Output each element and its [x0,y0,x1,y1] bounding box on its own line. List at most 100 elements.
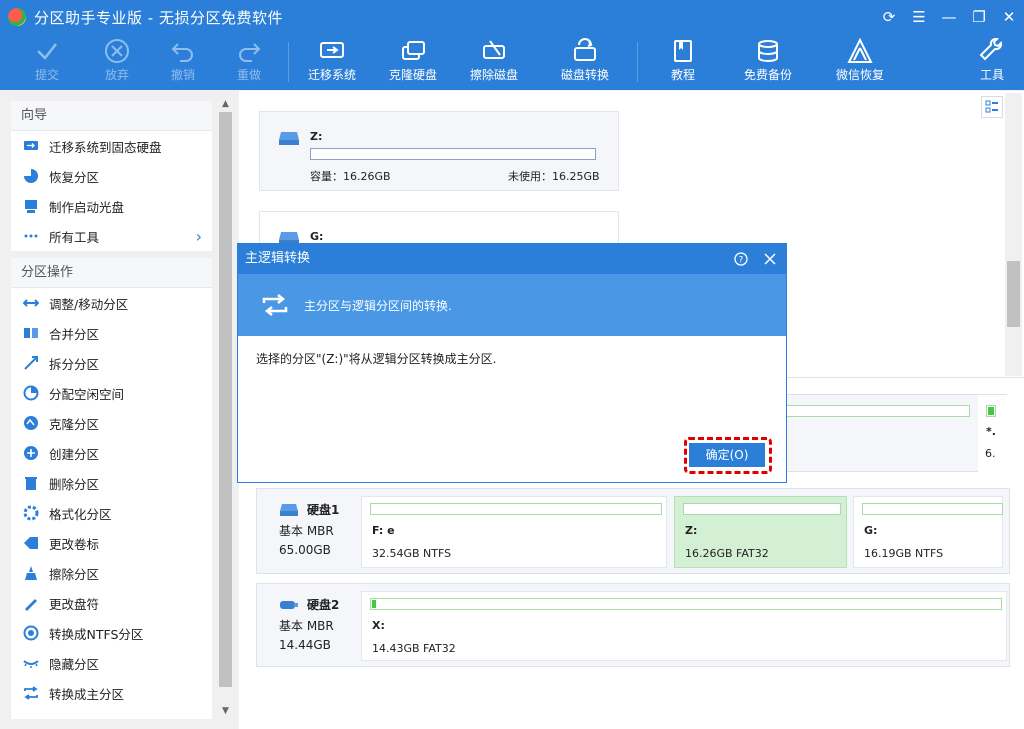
partition-card-z[interactable]: Z: 容量：16.26GB 未使用：16.25GB [259,111,619,191]
content-scrollbar[interactable] [1005,93,1022,376]
window-controls: ⟳ ☰ — ❐ ✕ [874,6,1024,28]
partition-usage-bar [786,405,970,417]
bootdisk-icon [23,198,39,214]
wizard-item-label: 制作启动光盘 [49,199,125,215]
partition-op-item[interactable]: 删除分区 [11,468,212,498]
partition-block-g[interactable]: G: 16.19GB NTFS [853,496,1003,568]
drive-icon [279,132,299,145]
scroll-up-arrow-icon[interactable]: ▲ [217,96,234,112]
hard-disk-icon [280,503,298,516]
tutorial-button[interactable]: 教程 [648,36,718,83]
partition-block-f[interactable]: F: e 32.54GB NTFS [361,496,667,568]
dialog-close-icon[interactable] [763,252,777,266]
backup-icon [758,40,778,62]
disk-row-1[interactable]: 硬盘1 基本 MBR 65.00GB F: e 32.54GB NTFS Z: … [256,488,1010,574]
partition-op-item-label: 删除分区 [49,476,100,492]
partition-op-item[interactable]: 更改卷标 [11,528,212,558]
commit-button[interactable]: 提交 [12,36,82,83]
dialog-message: 选择的分区"(Z:)"将从逻辑分区转换成主分区. [256,352,497,366]
book-icon [674,40,692,62]
wipe-disk-button[interactable]: 擦除磁盘 [459,36,529,83]
scrollbar-thumb[interactable] [219,112,232,687]
commit-icon [37,43,57,60]
close-icon[interactable]: ✕ [994,6,1024,28]
partition-op-item-label: 调整/移动分区 [49,296,129,312]
ntfs-icon [23,625,39,641]
partition-op-item[interactable]: 分配空闲空间 [11,378,212,408]
dialog-header-band: 主分区与逻辑分区间的转换. [238,274,786,336]
free-backup-button[interactable]: 免费备份 [733,36,803,83]
clone-disk-icon [402,41,425,60]
wizard-item-label: 恢复分区 [49,169,100,185]
dialog-titlebar: 主逻辑转换 ? [238,244,786,274]
partition-op-item[interactable]: 转换成NTFS分区 [11,618,212,648]
partition-block[interactable]: *. 6. [978,395,1008,473]
partition-op-item[interactable]: 拆分分区 [11,348,212,378]
partition-usage-bar [310,148,596,160]
dialog-title: 主逻辑转换 [245,251,311,266]
help-icon[interactable]: ? [734,252,748,266]
migrate-os-button[interactable]: 迁移系统 [297,36,367,83]
undo-button[interactable]: 撤销 [148,36,218,83]
discard-button[interactable]: 放弃 [82,36,152,83]
wizard-list: 迁移系统到固态硬盘恢复分区制作启动光盘所有工具 › [11,131,212,251]
tools-button[interactable]: 工具 [957,36,1024,83]
wechat-restore-icon [847,38,873,63]
wizard-item[interactable]: 迁移系统到固态硬盘 [11,131,212,161]
recover-icon [23,168,39,184]
partition-op-item[interactable]: 调整/移动分区 [11,288,212,318]
dialog-header-text: 主分区与逻辑分区间的转换. [304,298,452,313]
partition-op-item[interactable]: 转换成主分区 [11,678,212,708]
partition-unused: 未使用：16.25GB [508,170,600,183]
maximize-icon[interactable]: ❐ [964,6,994,28]
partition-usage-bar [683,503,841,515]
toolbar: 提交 放弃 撤销 重做 迁移系统 克隆硬盘 擦除磁盘 磁盘转换 教程 免费备份 … [0,34,1024,90]
sidebar-scrollbar[interactable]: ▲ ▼ [217,94,234,719]
wizard-item[interactable]: 所有工具 › [11,221,212,251]
partition-op-item[interactable]: 格式化分区 [11,498,212,528]
refresh-icon[interactable]: ⟳ [874,6,904,28]
minimize-icon[interactable]: — [934,6,964,28]
redo-button[interactable]: 重做 [214,36,284,83]
disk-row-2[interactable]: 硬盘2 基本 MBR 14.44GB X: 14.43GB FAT32 [256,583,1010,667]
partition-op-item[interactable]: 克隆分区 [11,408,212,438]
partition-op-item-label: 克隆分区 [49,416,100,432]
partition-op-item[interactable]: 更改盘符 [11,588,212,618]
partition-op-item-label: 更改盘符 [49,596,100,612]
partition-op-item-label: 合并分区 [49,326,100,342]
partition-block-x[interactable]: X: 14.43GB FAT32 [361,591,1007,661]
sidebar: 向导 迁移系统到固态硬盘恢复分区制作启动光盘所有工具 › 分区操作 调整/移动分区… [11,101,212,719]
disk-convert-button[interactable]: 磁盘转换 [550,36,620,83]
merge-icon [23,325,39,341]
window-title: 分区助手专业版 - 无损分区免费软件 [34,8,283,27]
wizard-item[interactable]: 恢复分区 [11,161,212,191]
migrate-icon [23,138,39,154]
partition-op-item-label: 创建分区 [49,446,100,462]
partition-usage-bar [370,598,1002,610]
wizard-section-header: 向导 [11,101,212,131]
usb-drive-icon [280,600,298,609]
ok-button[interactable]: 确定(O) [689,443,765,467]
partition-op-item[interactable]: 合并分区 [11,318,212,348]
partition-block-z[interactable]: Z: 16.26GB FAT32 [674,496,847,568]
menu-icon[interactable]: ☰ [904,6,934,28]
wechat-restore-button[interactable]: 微信恢复 [825,36,895,83]
section-divider [11,251,212,258]
wipe-disk-icon [483,40,505,59]
partition-op-item[interactable]: 创建分区 [11,438,212,468]
partition-op-item[interactable]: 隐藏分区 [11,648,212,678]
partition-ops-list: 调整/移动分区 合并分区拆分分区 分配空闲空间克隆分区创建分区删除分区格式化分区更改… [11,288,212,708]
clone-disk-button[interactable]: 克隆硬盘 [378,36,448,83]
app-logo-icon [8,8,26,26]
allocate-icon [23,385,39,401]
partition-op-item-label: 格式化分区 [49,506,112,522]
scrollbar-thumb[interactable] [1007,261,1020,327]
view-toggle-icon[interactable] [981,96,1003,118]
wizard-item[interactable]: 制作启动光盘 [11,191,212,221]
disk-row-partial: *. 6. [785,394,1008,473]
scroll-down-arrow-icon[interactable]: ▼ [217,703,234,719]
partition-ops-header: 分区操作 [11,258,212,288]
letter-icon [23,595,39,611]
undo-icon [171,43,193,62]
partition-op-item[interactable]: 擦除分区 [11,558,212,588]
